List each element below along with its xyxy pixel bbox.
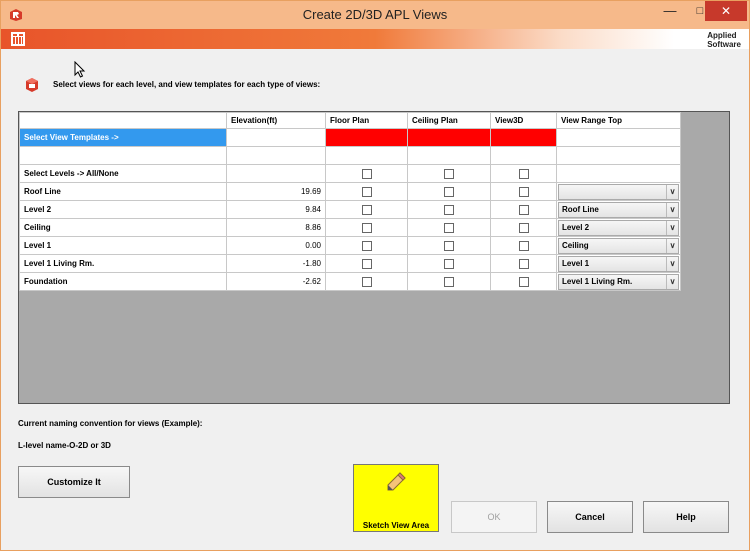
column-header-view3d[interactable]: View3D [490,112,557,129]
chevron-down-icon[interactable]: ∨ [666,202,678,217]
naming-convention-example: L-level name-O-2D or 3D [18,441,111,450]
template-cell-view-range [556,128,681,147]
customize-it-button[interactable]: Customize It [18,466,130,498]
ceiling-plan-template-cell[interactable] [407,128,491,147]
ceiling-plan-checkbox[interactable] [444,276,454,287]
chevron-down-icon[interactable]: ∨ [666,256,678,271]
brand-line-1: Applied [707,31,737,40]
mouse-cursor-icon [74,61,86,78]
level-name: Level 1 Living Rm. [19,254,227,273]
ceiling-plan-checkbox[interactable] [444,204,454,215]
floor-plan-checkbox[interactable] [361,276,372,287]
select-levels-all-none-label[interactable]: Select Levels -> All/None [19,164,227,183]
views-grid[interactable]: Elevation(ft) Floor Plan Ceiling Plan Vi… [18,111,730,404]
view-range-top-dropdown[interactable]: ∨ [558,183,679,200]
dialog-window: Create 2D/3D APL Views — □ ✕ Applied Sof… [0,0,750,551]
level-elevation: -1.80 [226,254,326,273]
select-view-templates-label[interactable]: Select View Templates -> [19,128,227,147]
floor-plan-checkbox[interactable] [361,222,372,233]
grid-app-icon [11,32,25,46]
level-name: Level 1 [19,236,227,255]
close-button[interactable]: ✕ [705,1,747,21]
views-table: Elevation(ft) Floor Plan Ceiling Plan Vi… [19,112,681,291]
table-row: Level 2 9.84 Roof Line ∨ [19,200,681,219]
table-row: Level 1 0.00 Ceiling ∨ [19,236,681,255]
ceiling-plan-checkbox[interactable] [444,222,454,233]
naming-convention-label: Current naming convention for views (Exa… [18,419,203,428]
level-name: Foundation [19,272,227,291]
view3d-checkbox[interactable] [518,258,529,269]
ok-button[interactable]: OK [451,501,537,533]
view-range-top-value: Level 2 [562,222,590,232]
column-header-elevation[interactable]: Elevation(ft) [226,112,326,129]
sketch-view-area-button[interactable]: Sketch View Area [353,464,439,532]
help-button[interactable]: Help [643,501,729,533]
view-range-top-dropdown[interactable]: Level 2 ∨ [558,219,679,236]
table-row: Ceiling 8.86 Level 2 ∨ [19,218,681,237]
view-range-top-value: Level 1 [562,258,590,268]
view-range-top-value: Level 1 Living Rm. [562,276,633,286]
sketch-view-area-label: Sketch View Area [362,521,430,530]
view3d-template-cell[interactable] [490,128,557,147]
view3d-checkbox[interactable] [518,222,529,233]
view3d-checkbox[interactable] [518,240,529,251]
table-row: Roof Line 19.69 ∨ [19,182,681,201]
column-header-level[interactable] [19,112,227,129]
table-row: Level 1 Living Rm. -1.80 Level 1 ∨ [19,254,681,273]
level-elevation: 9.84 [226,200,326,219]
level-elevation: 0.00 [226,236,326,255]
chevron-down-icon[interactable]: ∨ [666,184,678,199]
floor-plan-checkbox[interactable] [361,258,372,269]
views-icon [26,78,38,92]
ceiling-plan-checkbox[interactable] [444,186,454,197]
all-view3d-checkbox[interactable] [518,168,529,179]
level-name: Ceiling [19,218,227,237]
template-cell-elevation [226,128,326,147]
all-ceiling-plan-checkbox[interactable] [444,168,454,179]
floor-plan-checkbox[interactable] [361,240,372,251]
floor-plan-checkbox[interactable] [361,204,372,215]
header-row: Elevation(ft) Floor Plan Ceiling Plan Vi… [19,112,681,129]
view3d-checkbox[interactable] [518,204,529,215]
view3d-checkbox[interactable] [518,186,529,197]
title-bar[interactable]: Create 2D/3D APL Views — □ ✕ [1,1,749,29]
view-range-top-dropdown[interactable]: Level 1 Living Rm. ∨ [558,273,679,290]
view-range-top-value: Roof Line [562,204,599,214]
column-header-view-range-top[interactable]: View Range Top [556,112,681,129]
level-elevation: 8.86 [226,218,326,237]
chevron-down-icon[interactable]: ∨ [666,274,678,289]
view3d-checkbox[interactable] [518,276,529,287]
instruction-text: Select views for each level, and view te… [53,80,321,89]
cancel-button[interactable]: Cancel [547,501,633,533]
view-range-top-value: Ceiling [562,240,589,250]
all-floor-plan-checkbox[interactable] [361,168,372,179]
spacer-row [19,146,681,165]
header-banner [1,29,749,49]
brand-line-2: Software [707,40,741,49]
ceiling-plan-checkbox[interactable] [444,258,454,269]
floor-plan-checkbox[interactable] [361,186,372,197]
view-range-top-dropdown[interactable]: Roof Line ∨ [558,201,679,218]
table-row: Foundation -2.62 Level 1 Living Rm. ∨ [19,272,681,291]
brand-logo: Applied Software [707,31,741,49]
level-elevation: 19.69 [226,182,326,201]
column-header-ceiling-plan[interactable]: Ceiling Plan [407,112,491,129]
floor-plan-template-cell[interactable] [325,128,408,147]
template-row: Select View Templates -> [19,128,681,147]
level-elevation: -2.62 [226,272,326,291]
all-none-row: Select Levels -> All/None [19,164,681,183]
level-name: Roof Line [19,182,227,201]
chevron-down-icon[interactable]: ∨ [666,238,678,253]
ceiling-plan-checkbox[interactable] [444,240,454,251]
pencil-icon [387,472,406,491]
minimize-button[interactable]: — [655,1,685,21]
view-range-top-dropdown[interactable]: Ceiling ∨ [558,237,679,254]
window-title: Create 2D/3D APL Views [302,7,448,22]
chevron-down-icon[interactable]: ∨ [666,220,678,235]
view-range-top-dropdown[interactable]: Level 1 ∨ [558,255,679,272]
column-header-floor-plan[interactable]: Floor Plan [325,112,408,129]
level-name: Level 2 [19,200,227,219]
